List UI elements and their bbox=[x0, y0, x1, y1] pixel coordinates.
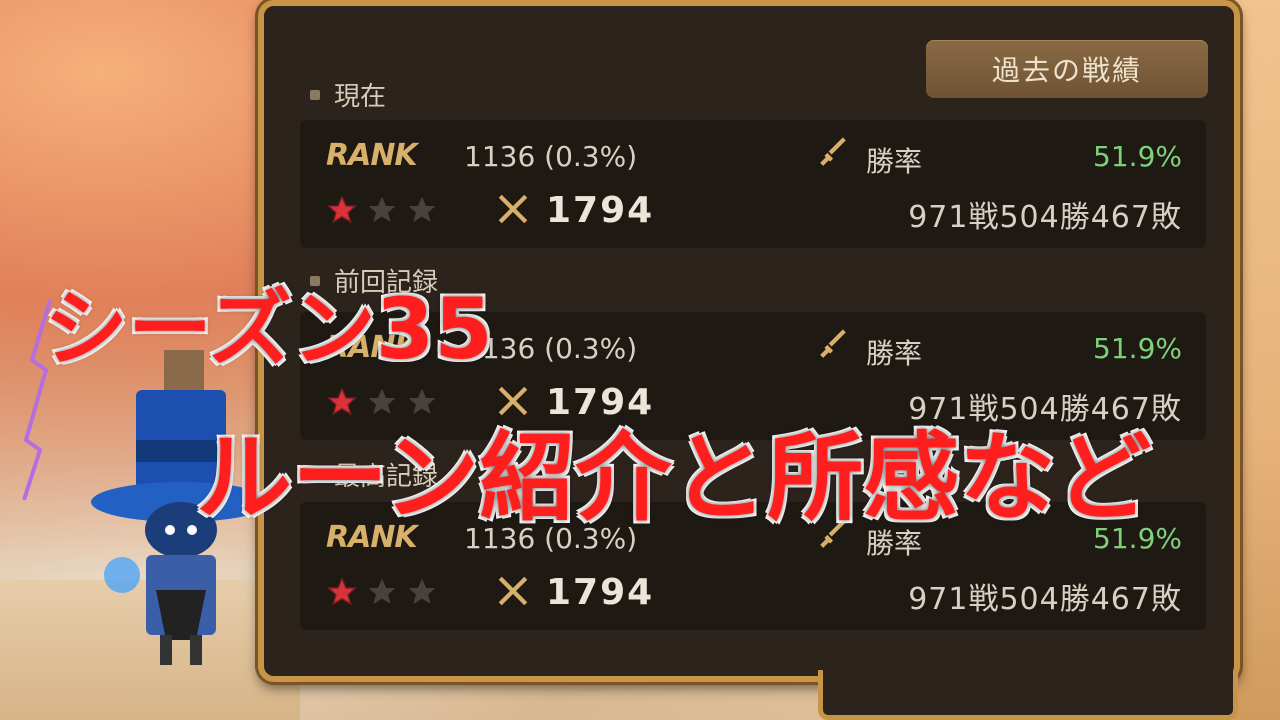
battle-record: 971戦504勝467敗 bbox=[908, 200, 1182, 235]
section-label-current: 現在 bbox=[310, 76, 386, 113]
crossed-swords-icon bbox=[498, 194, 528, 224]
rank-stars bbox=[326, 194, 438, 226]
winrate-label: 勝率 bbox=[866, 145, 923, 178]
winrate-label: 勝率 bbox=[866, 337, 923, 370]
star-empty-icon bbox=[408, 578, 436, 604]
star-filled-icon bbox=[326, 194, 358, 224]
bullet-icon bbox=[310, 89, 320, 100]
arena-score: 1794 bbox=[546, 572, 655, 613]
star-empty-icon bbox=[368, 578, 396, 604]
battle-record: 971戦504勝467敗 bbox=[908, 582, 1182, 617]
section-label-text: 現在 bbox=[334, 82, 387, 112]
overlay-title-line1: シーズン35 bbox=[43, 279, 495, 380]
sword-icon bbox=[820, 137, 846, 166]
winrate-value: 51.9% bbox=[1093, 140, 1182, 173]
sword-icon bbox=[820, 329, 846, 358]
crossed-swords-icon bbox=[498, 576, 528, 606]
rank-card-current: RANK 1136 (0.3%) 1794 勝率 51.9% 971戦504勝4… bbox=[300, 120, 1206, 248]
rank-label: RANK bbox=[326, 138, 418, 173]
star-empty-icon bbox=[368, 196, 396, 222]
star-filled-icon bbox=[326, 576, 358, 606]
winrate-value: 51.9% bbox=[1093, 332, 1182, 365]
overlay-title-line2: ルーン紹介と所感など bbox=[194, 421, 1152, 536]
arena-score: 1794 bbox=[546, 190, 655, 231]
panel-bottom-tab bbox=[818, 670, 1238, 720]
rank-stars bbox=[326, 576, 438, 608]
rank-value: 1136 (0.3%) bbox=[464, 140, 638, 173]
star-empty-icon bbox=[408, 196, 436, 222]
past-records-button[interactable]: 過去の戦績 bbox=[926, 40, 1208, 98]
